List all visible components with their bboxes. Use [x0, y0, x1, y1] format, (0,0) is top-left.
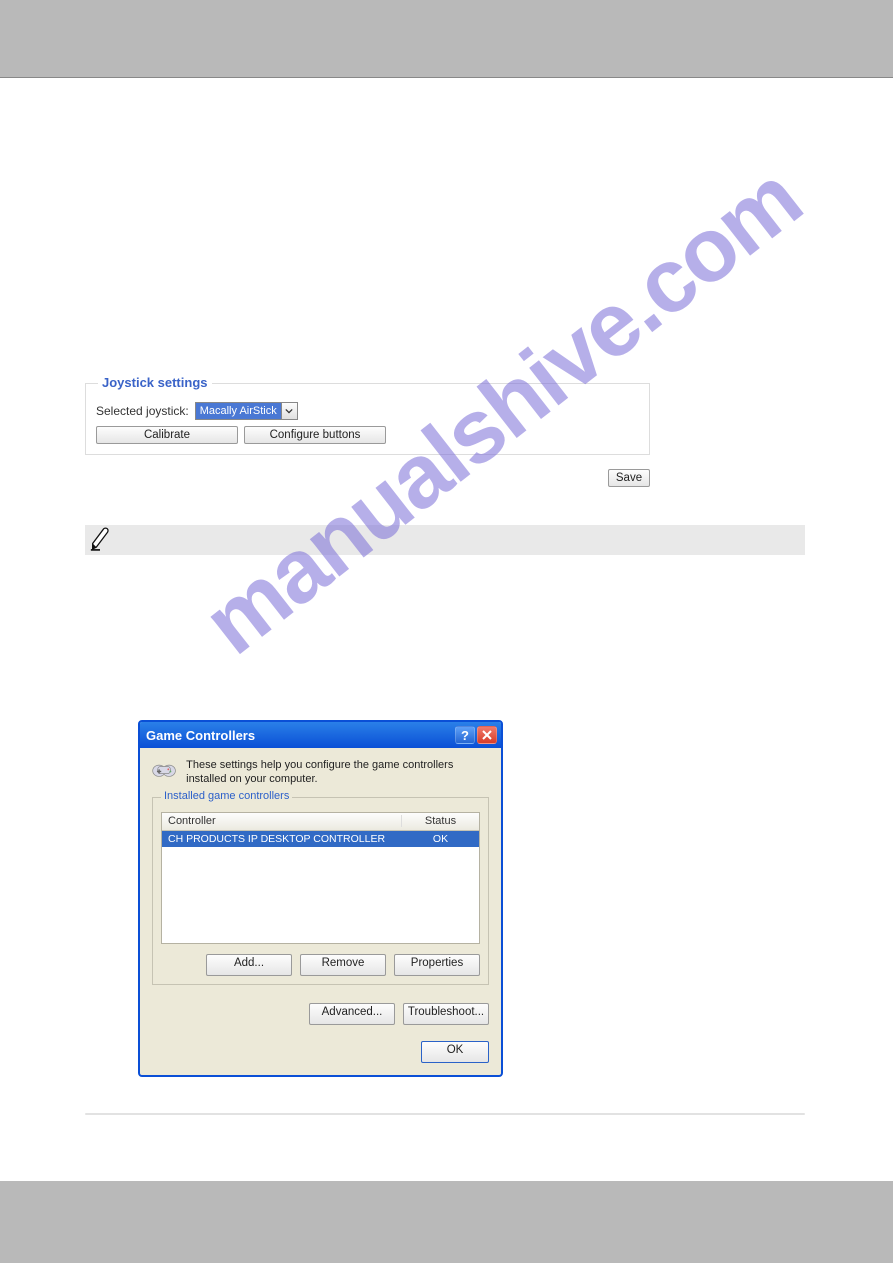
installed-controllers-group: Installed game controllers Controller St…: [152, 797, 489, 985]
game-controllers-dialog: Game Controllers ?: [138, 720, 503, 1077]
note-band: [85, 525, 805, 555]
help-button[interactable]: ?: [455, 726, 475, 744]
table-empty-area: [162, 847, 479, 943]
add-button[interactable]: Add...: [206, 954, 292, 976]
selected-joystick-value: Macally AirStick: [196, 403, 281, 419]
joystick-legend: Joystick settings: [98, 375, 212, 390]
row-status: OK: [402, 833, 479, 845]
selected-joystick-dropdown[interactable]: Macally AirStick: [195, 402, 298, 420]
joystick-settings-group: Joystick settings Selected joystick: Mac…: [85, 383, 650, 455]
pencil-icon: [89, 525, 111, 556]
chevron-down-icon[interactable]: [281, 403, 297, 419]
close-button[interactable]: [477, 726, 497, 744]
column-status[interactable]: Status: [402, 815, 479, 827]
page-header-bar: [0, 0, 893, 78]
remove-button[interactable]: Remove: [300, 954, 386, 976]
selected-joystick-label: Selected joystick:: [96, 404, 189, 418]
troubleshoot-button[interactable]: Troubleshoot...: [403, 1003, 489, 1025]
ok-button[interactable]: OK: [421, 1041, 489, 1063]
save-button[interactable]: Save: [608, 469, 650, 487]
controllers-table[interactable]: Controller Status CH PRODUCTS IP DESKTOP…: [161, 812, 480, 944]
advanced-button[interactable]: Advanced...: [309, 1003, 395, 1025]
configure-buttons-button[interactable]: Configure buttons: [244, 426, 386, 444]
row-controller-name: CH PRODUCTS IP DESKTOP CONTROLLER: [162, 833, 402, 845]
properties-button[interactable]: Properties: [394, 954, 480, 976]
dialog-titlebar[interactable]: Game Controllers ?: [140, 722, 501, 748]
installed-controllers-legend: Installed game controllers: [161, 790, 292, 802]
dialog-title: Game Controllers: [146, 728, 255, 743]
dialog-intro-text: These settings help you configure the ga…: [186, 758, 489, 787]
horizontal-rule: [85, 1113, 805, 1115]
column-controller[interactable]: Controller: [162, 815, 402, 827]
calibrate-button[interactable]: Calibrate: [96, 426, 238, 444]
gamepad-icon: [152, 758, 176, 786]
page-footer-bar: [0, 1181, 893, 1263]
table-row[interactable]: CH PRODUCTS IP DESKTOP CONTROLLER OK: [162, 831, 479, 847]
